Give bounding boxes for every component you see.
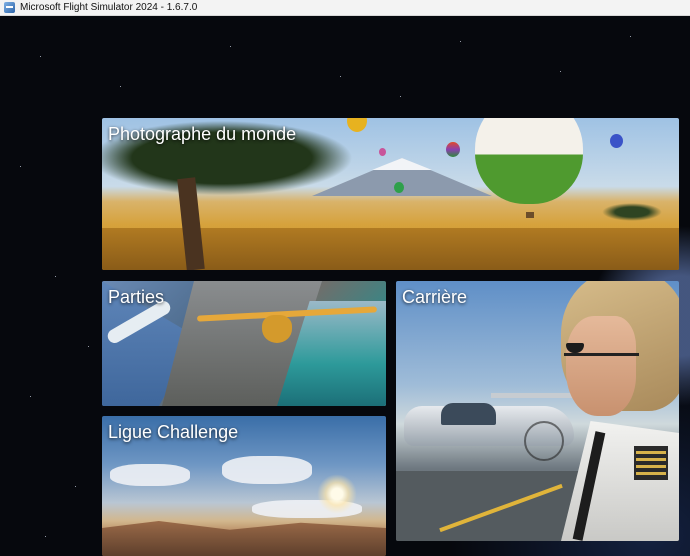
tile-photographe-du-monde[interactable]: Photographe du monde [102, 118, 679, 270]
epaulette-stripe [636, 465, 666, 468]
propeller-image [524, 421, 564, 461]
bush-plane-image [262, 315, 292, 343]
tile-label-ligue: Ligue Challenge [108, 422, 239, 442]
green-balloon-image [394, 182, 404, 193]
balloon-image [446, 142, 460, 157]
balloon-basket-image [526, 212, 534, 218]
plane-canopy-image [441, 403, 496, 425]
small-tree-image [602, 203, 662, 221]
tile-ligue-challenge[interactable]: Ligue Challenge [102, 416, 386, 556]
blue-balloon-image [610, 134, 623, 148]
tile-label-carriere: Carrière [402, 287, 468, 307]
window-titlebar: Microsoft Flight Simulator 2024 - 1.6.7.… [0, 0, 690, 16]
tile-parties[interactable]: Parties [102, 281, 386, 406]
cloud-image [110, 464, 190, 486]
canyon-image [102, 521, 386, 556]
sun-image [317, 474, 357, 514]
window-title: Microsoft Flight Simulator 2024 - 1.6.7.… [20, 2, 198, 13]
tile-label-parties: Parties [108, 287, 165, 307]
cloud-image [222, 456, 312, 484]
mountain-snow-image [372, 158, 432, 170]
balloon-image [379, 148, 386, 156]
tile-label-photographe: Photographe du monde [108, 124, 297, 144]
epaulette-stripe [636, 458, 666, 461]
hot-air-balloon-image [475, 118, 583, 204]
flight-simulator-icon [4, 2, 15, 13]
epaulette-stripe [636, 451, 666, 454]
epaulette-stripe [636, 472, 666, 475]
tile-carriere[interactable]: Carrière [396, 281, 679, 541]
pilot-face-image [566, 316, 636, 416]
